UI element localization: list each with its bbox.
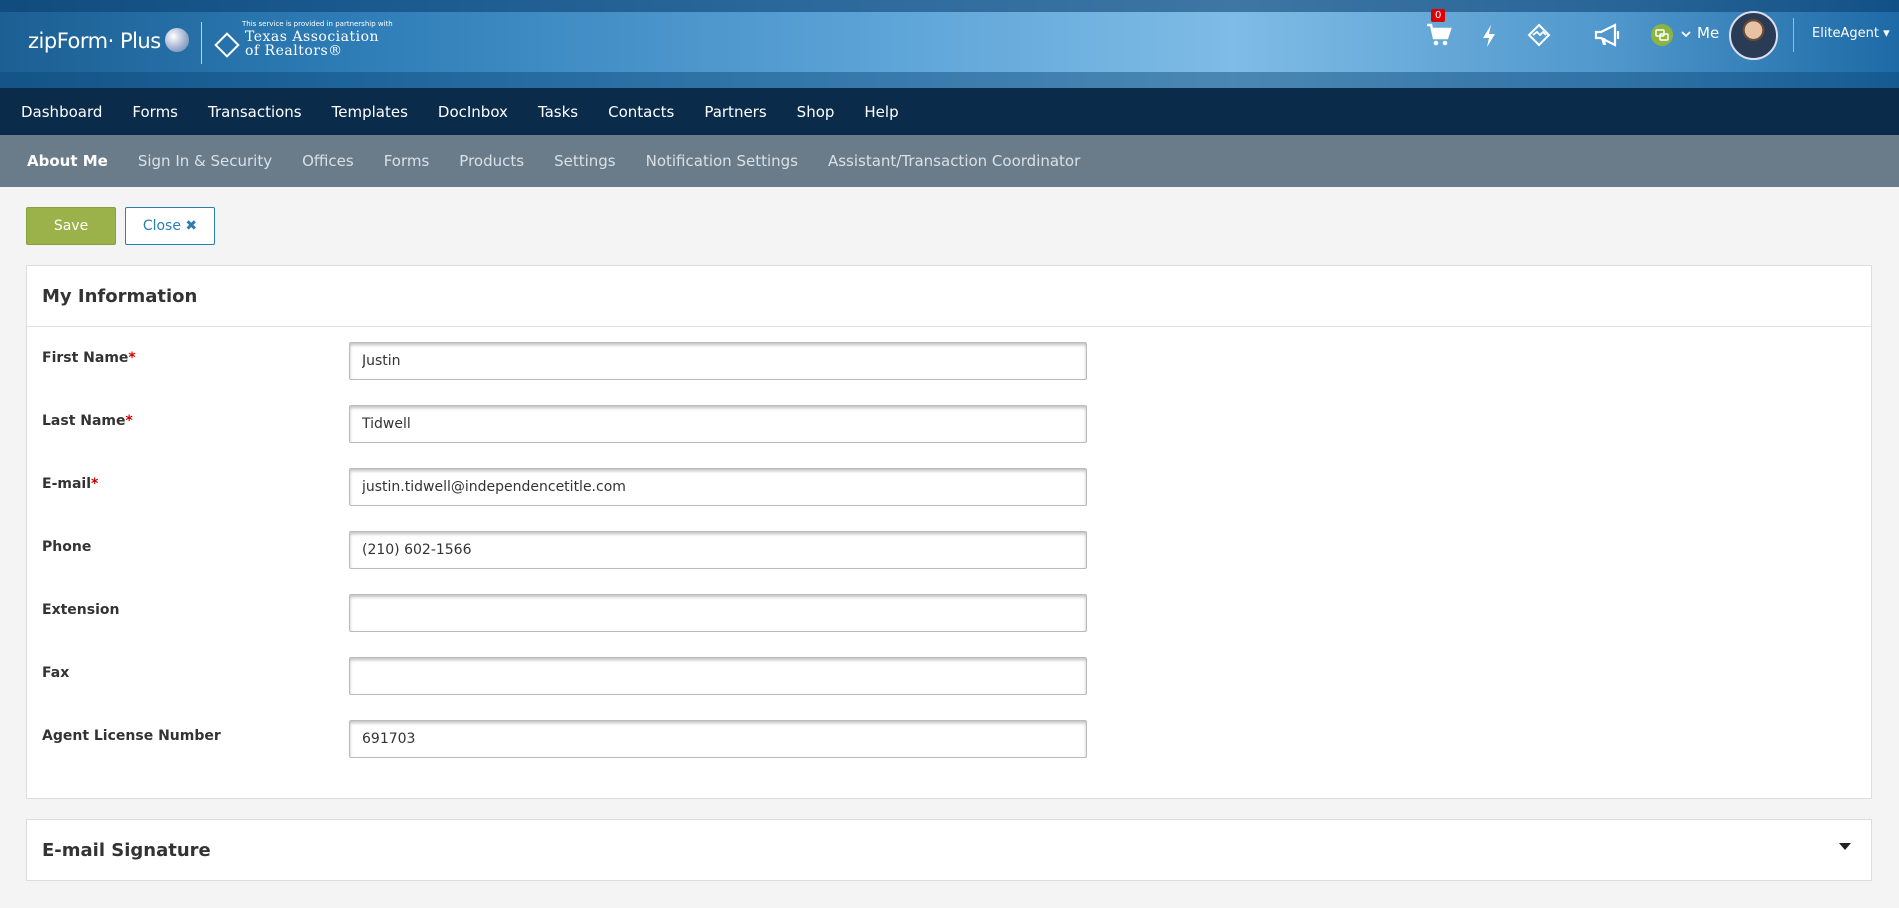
nav-contacts[interactable]: Contacts: [608, 103, 674, 121]
brand-name: zipForm· Plus: [28, 29, 161, 53]
nav-templates[interactable]: Templates: [332, 103, 408, 121]
field-label: First Name*: [42, 350, 136, 366]
globe-icon: [164, 28, 189, 52]
user-menu[interactable]: Me: [1681, 24, 1719, 42]
field-label: Agent License Number: [42, 728, 221, 744]
header-divider: [201, 22, 202, 64]
header-divider-right: [1793, 18, 1794, 52]
field-label: Extension: [42, 602, 120, 618]
tab-forms[interactable]: Forms: [384, 152, 430, 170]
main-nav: Dashboard Forms Transactions Templates D…: [0, 88, 1899, 135]
email-signature-panel[interactable]: E-mail Signature: [26, 819, 1872, 881]
nav-tasks[interactable]: Tasks: [538, 103, 578, 121]
nav-help[interactable]: Help: [864, 103, 898, 121]
agent-license-input[interactable]: [349, 720, 1087, 758]
account-menu[interactable]: EliteAgent ▾: [1812, 26, 1890, 41]
tab-sign-in-security[interactable]: Sign In & Security: [138, 152, 272, 170]
zipform-logo[interactable]: zipForm· Plus: [28, 28, 189, 53]
nav-shop[interactable]: Shop: [797, 103, 835, 121]
close-button-label: Close: [142, 218, 181, 234]
field-label: Fax: [42, 665, 70, 681]
sub-nav: About Me Sign In & Security Offices Form…: [0, 135, 1899, 187]
phone-input[interactable]: [349, 531, 1087, 569]
field-label-text: First Name: [42, 350, 129, 366]
field-extension: Extension: [27, 594, 1871, 632]
account-label: EliteAgent: [1812, 26, 1880, 41]
tar-diamond-icon: [214, 32, 240, 58]
last-name-input[interactable]: [349, 405, 1087, 443]
panel-title: E-mail Signature: [42, 839, 211, 861]
field-last-name: Last Name*: [27, 405, 1871, 443]
partner-name-line2: of Realtors®: [245, 43, 343, 59]
bolt-icon[interactable]: [1480, 24, 1498, 48]
field-label-text: E-mail: [42, 476, 92, 492]
fax-input[interactable]: [349, 657, 1087, 695]
field-label: E-mail*: [42, 476, 98, 492]
field-label-text: Last Name: [42, 413, 126, 429]
tab-settings[interactable]: Settings: [554, 152, 616, 170]
tab-assistant-coordinator[interactable]: Assistant/Transaction Coordinator: [828, 152, 1080, 170]
required-marker: *: [128, 350, 136, 366]
field-agent-license: Agent License Number: [27, 720, 1871, 758]
panel-title: My Information: [27, 266, 1871, 327]
required-marker: *: [91, 476, 99, 492]
tab-offices[interactable]: Offices: [302, 152, 354, 170]
field-fax: Fax: [27, 657, 1871, 695]
email-input[interactable]: [349, 468, 1087, 506]
tab-notification-settings[interactable]: Notification Settings: [646, 152, 798, 170]
nav-partners[interactable]: Partners: [704, 103, 766, 121]
save-button[interactable]: Save: [26, 207, 116, 245]
caret-down-icon: ▾: [1883, 26, 1890, 41]
chevron-down-icon: [1681, 24, 1691, 42]
close-button[interactable]: Close ✖: [125, 207, 215, 245]
cart-count-badge: 0: [1431, 9, 1446, 22]
close-icon: ✖: [185, 218, 198, 234]
partner-name-line1: Texas Association: [245, 29, 380, 45]
nav-transactions[interactable]: Transactions: [208, 103, 302, 121]
tar-logo: This service is provided in partnership …: [214, 20, 393, 58]
megaphone-icon[interactable]: [1593, 22, 1623, 48]
handshake-icon[interactable]: [1525, 22, 1553, 48]
field-email: E-mail*: [27, 468, 1871, 506]
extension-input[interactable]: [349, 594, 1087, 632]
partner-tagline: This service is provided in partnership …: [242, 20, 393, 28]
field-label: Last Name*: [42, 413, 133, 429]
required-marker: *: [125, 413, 133, 429]
field-phone: Phone: [27, 531, 1871, 569]
tab-products[interactable]: Products: [459, 152, 524, 170]
first-name-input[interactable]: [349, 342, 1087, 380]
my-information-panel: My Information First Name* Last Name* E-…: [26, 265, 1872, 799]
nav-dashboard[interactable]: Dashboard: [21, 103, 102, 121]
tab-about-me[interactable]: About Me: [27, 152, 108, 170]
field-first-name: First Name*: [27, 342, 1871, 380]
field-label: Phone: [42, 539, 92, 555]
nav-docinbox[interactable]: DocInbox: [438, 103, 508, 121]
caret-down-icon[interactable]: [1839, 843, 1851, 850]
cart-icon[interactable]: [1425, 22, 1453, 48]
avatar[interactable]: [1729, 11, 1778, 60]
chat-icon[interactable]: [1648, 22, 1676, 48]
user-menu-label: Me: [1697, 24, 1720, 42]
nav-forms[interactable]: Forms: [132, 103, 178, 121]
